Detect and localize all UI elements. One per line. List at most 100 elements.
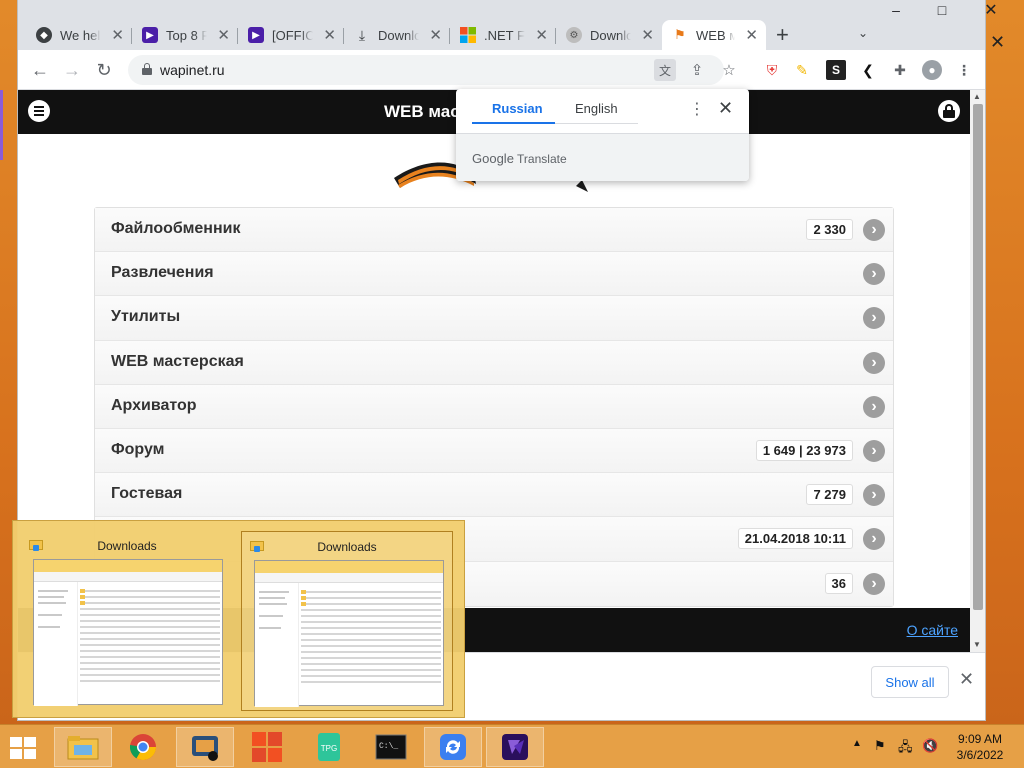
back-arrow-icon[interactable]: ← bbox=[28, 58, 52, 82]
chevron-right-icon[interactable]: › bbox=[863, 572, 885, 595]
filmora-taskbar-icon[interactable] bbox=[486, 727, 544, 767]
chevron-right-icon[interactable]: › bbox=[863, 528, 885, 551]
background-window-close-icon[interactable]: ✕ bbox=[990, 32, 1005, 53]
puzzle-extensions-icon[interactable]: ✚ bbox=[890, 60, 910, 80]
scrollbar-thumb[interactable] bbox=[973, 104, 983, 610]
count-badge: 36 bbox=[824, 572, 853, 594]
clock-date: 3/6/2022 bbox=[956, 748, 1004, 762]
gear-icon: ⚙ bbox=[566, 27, 582, 43]
chevron-right-icon[interactable]: › bbox=[863, 219, 885, 241]
minimize-button[interactable]: ‒ bbox=[873, 0, 919, 20]
tray-expand-icon[interactable]: ▲ bbox=[852, 738, 862, 749]
tab-close-icon[interactable]: ✕ bbox=[111, 26, 124, 44]
menu-item-utilities[interactable]: Утилиты › bbox=[95, 296, 893, 341]
translate-close-icon[interactable]: ✕ bbox=[718, 98, 733, 119]
hamburger-menu-icon[interactable] bbox=[28, 100, 50, 122]
site-title[interactable]: WEB мас bbox=[384, 102, 460, 122]
forward-arrow-icon[interactable]: → bbox=[60, 58, 84, 82]
tab-top-8[interactable]: ▶ Top 8 Fr ✕ bbox=[132, 20, 238, 50]
translate-popup: Russian English ⋮ ✕ Google Translate bbox=[456, 89, 749, 181]
chevron-right-icon[interactable]: › bbox=[863, 484, 885, 507]
network-icon[interactable]: 🖧 bbox=[898, 738, 913, 760]
kebab-menu-icon[interactable]: ⋮ bbox=[954, 60, 974, 80]
windows-taskbar: TPG C:\_ ▲ ⚑ 🖧 🔇 9:09 AM 3/6/2022 bbox=[0, 724, 1024, 768]
thumbnail-title: Downloads bbox=[97, 539, 157, 553]
menu-item-web-workshop[interactable]: WEB мастерская › bbox=[95, 340, 893, 385]
translate-tab-source[interactable]: Russian bbox=[492, 101, 543, 116]
pencil-extension-icon[interactable]: ✎ bbox=[792, 60, 812, 80]
bookmark-star-icon[interactable]: ☆ bbox=[718, 59, 740, 81]
new-tab-button[interactable]: + bbox=[776, 22, 789, 48]
tab-close-icon[interactable]: ✕ bbox=[429, 26, 442, 44]
translate-tab-target[interactable]: English bbox=[575, 101, 618, 116]
chevron-right-icon[interactable]: › bbox=[863, 439, 885, 462]
svg-text:TPG: TPG bbox=[321, 744, 337, 753]
sync-app-taskbar-icon[interactable] bbox=[424, 727, 482, 767]
tab-official[interactable]: ▶ [OFFICIA ✕ bbox=[238, 20, 344, 50]
action-center-flag-icon[interactable]: ⚑ bbox=[874, 738, 886, 754]
file-explorer-taskbar-icon[interactable] bbox=[54, 727, 112, 767]
thumbnail-downloads-2[interactable]: Downloads bbox=[241, 531, 453, 711]
about-site-link[interactable]: О сайте bbox=[907, 622, 958, 638]
lock-icon[interactable] bbox=[142, 63, 152, 75]
tab-close-icon[interactable]: ✕ bbox=[323, 26, 336, 44]
microsoft-icon bbox=[460, 27, 476, 43]
scroll-up-arrow-icon[interactable]: ▲ bbox=[973, 92, 981, 101]
thumbnail-title: Downloads bbox=[317, 540, 377, 554]
explorer-preview bbox=[254, 560, 444, 707]
shield-extension-icon[interactable]: ⛨ bbox=[762, 60, 782, 80]
app-taskbar-icon[interactable] bbox=[176, 727, 234, 767]
system-clock[interactable]: 9:09 AM 3/6/2022 bbox=[948, 731, 1012, 763]
tab-search-chevron-icon[interactable]: ⌄ bbox=[858, 26, 868, 40]
tab-download-1[interactable]: ⤓ Downlo ✕ bbox=[344, 20, 450, 50]
tab-we-help[interactable]: ◆ We help ✕ bbox=[26, 20, 132, 50]
tab-web-masterskaya[interactable]: ⚑ WEB ма ✕ bbox=[662, 20, 766, 50]
translate-icon[interactable]: 文 bbox=[654, 59, 676, 81]
maximize-button[interactable]: □ bbox=[919, 0, 965, 20]
url-text[interactable]: wapinet.ru bbox=[160, 62, 225, 78]
tab-close-icon[interactable]: ✕ bbox=[745, 26, 758, 44]
google-translate-logo: Google Translate bbox=[472, 151, 567, 166]
tab-close-icon[interactable]: ✕ bbox=[217, 26, 230, 44]
tab-net-framework[interactable]: .NET Fra ✕ bbox=[450, 20, 556, 50]
tipard-taskbar-icon[interactable]: TPG bbox=[300, 727, 358, 767]
chrome-taskbar-icon[interactable] bbox=[114, 727, 172, 767]
taskbar-thumbnail-preview: Downloads Downloads bbox=[12, 520, 465, 718]
chevron-right-icon[interactable]: › bbox=[863, 395, 885, 418]
tab-close-icon[interactable]: ✕ bbox=[641, 26, 654, 44]
scroll-down-arrow-icon[interactable]: ▼ bbox=[973, 640, 981, 649]
show-all-downloads-button[interactable]: Show all bbox=[871, 666, 949, 698]
tab-download-2[interactable]: ⚙ Downlo ✕ bbox=[556, 20, 662, 50]
menu-item-entertainment[interactable]: Развлечения › bbox=[95, 252, 893, 297]
menu-item-archiver[interactable]: Архиватор › bbox=[95, 384, 893, 429]
tab-close-icon[interactable]: ✕ bbox=[535, 26, 548, 44]
office-taskbar-icon[interactable] bbox=[238, 727, 296, 767]
chevron-right-icon[interactable]: › bbox=[863, 351, 885, 374]
menu-item-forum[interactable]: Форум 1 649 | 23 973 › bbox=[95, 428, 893, 474]
volume-muted-icon[interactable]: 🔇 bbox=[922, 738, 938, 754]
chevron-right-icon[interactable]: › bbox=[863, 263, 885, 286]
s-extension-icon[interactable]: S bbox=[826, 60, 846, 80]
translate-options-icon[interactable]: ⋮ bbox=[689, 99, 705, 119]
tab-divider bbox=[555, 123, 638, 124]
download-icon: ⤓ bbox=[358, 26, 366, 43]
browser-toolbar: ← → ↻ wapinet.ru 文 ⇪ ☆ ⛨ ✎ S ❮ ✚ ● ⋮ bbox=[18, 50, 985, 90]
filmora-icon: ▶ bbox=[142, 27, 158, 43]
circle-icon: ◆ bbox=[36, 27, 52, 43]
windows-start-icon[interactable] bbox=[10, 737, 38, 759]
reload-icon[interactable]: ↻ bbox=[92, 58, 116, 82]
profile-avatar-icon[interactable]: ● bbox=[922, 60, 942, 80]
count-badge: 1 649 | 23 973 bbox=[755, 439, 853, 461]
thumbnail-downloads-1[interactable]: Downloads bbox=[21, 531, 233, 711]
chevron-right-icon[interactable]: › bbox=[863, 307, 885, 330]
menu-item-guestbook[interactable]: Гостевая 7 279 › bbox=[95, 473, 893, 518]
chevron-left-extension-icon[interactable]: ❮ bbox=[858, 60, 878, 80]
site-lock-icon[interactable] bbox=[938, 100, 960, 122]
page-scrollbar[interactable]: ▲ ▼ bbox=[970, 90, 985, 652]
command-prompt-taskbar-icon[interactable]: C:\_ bbox=[362, 727, 420, 767]
menu-item-fileexchange[interactable]: Файлообменник 2 330 › bbox=[95, 208, 893, 253]
window-close-button[interactable]: ✕ bbox=[965, 0, 1017, 20]
address-bar[interactable]: wapinet.ru 文 ⇪ ☆ bbox=[128, 55, 736, 85]
share-icon[interactable]: ⇪ bbox=[686, 59, 708, 81]
download-bar-close-icon[interactable]: ✕ bbox=[959, 669, 974, 690]
